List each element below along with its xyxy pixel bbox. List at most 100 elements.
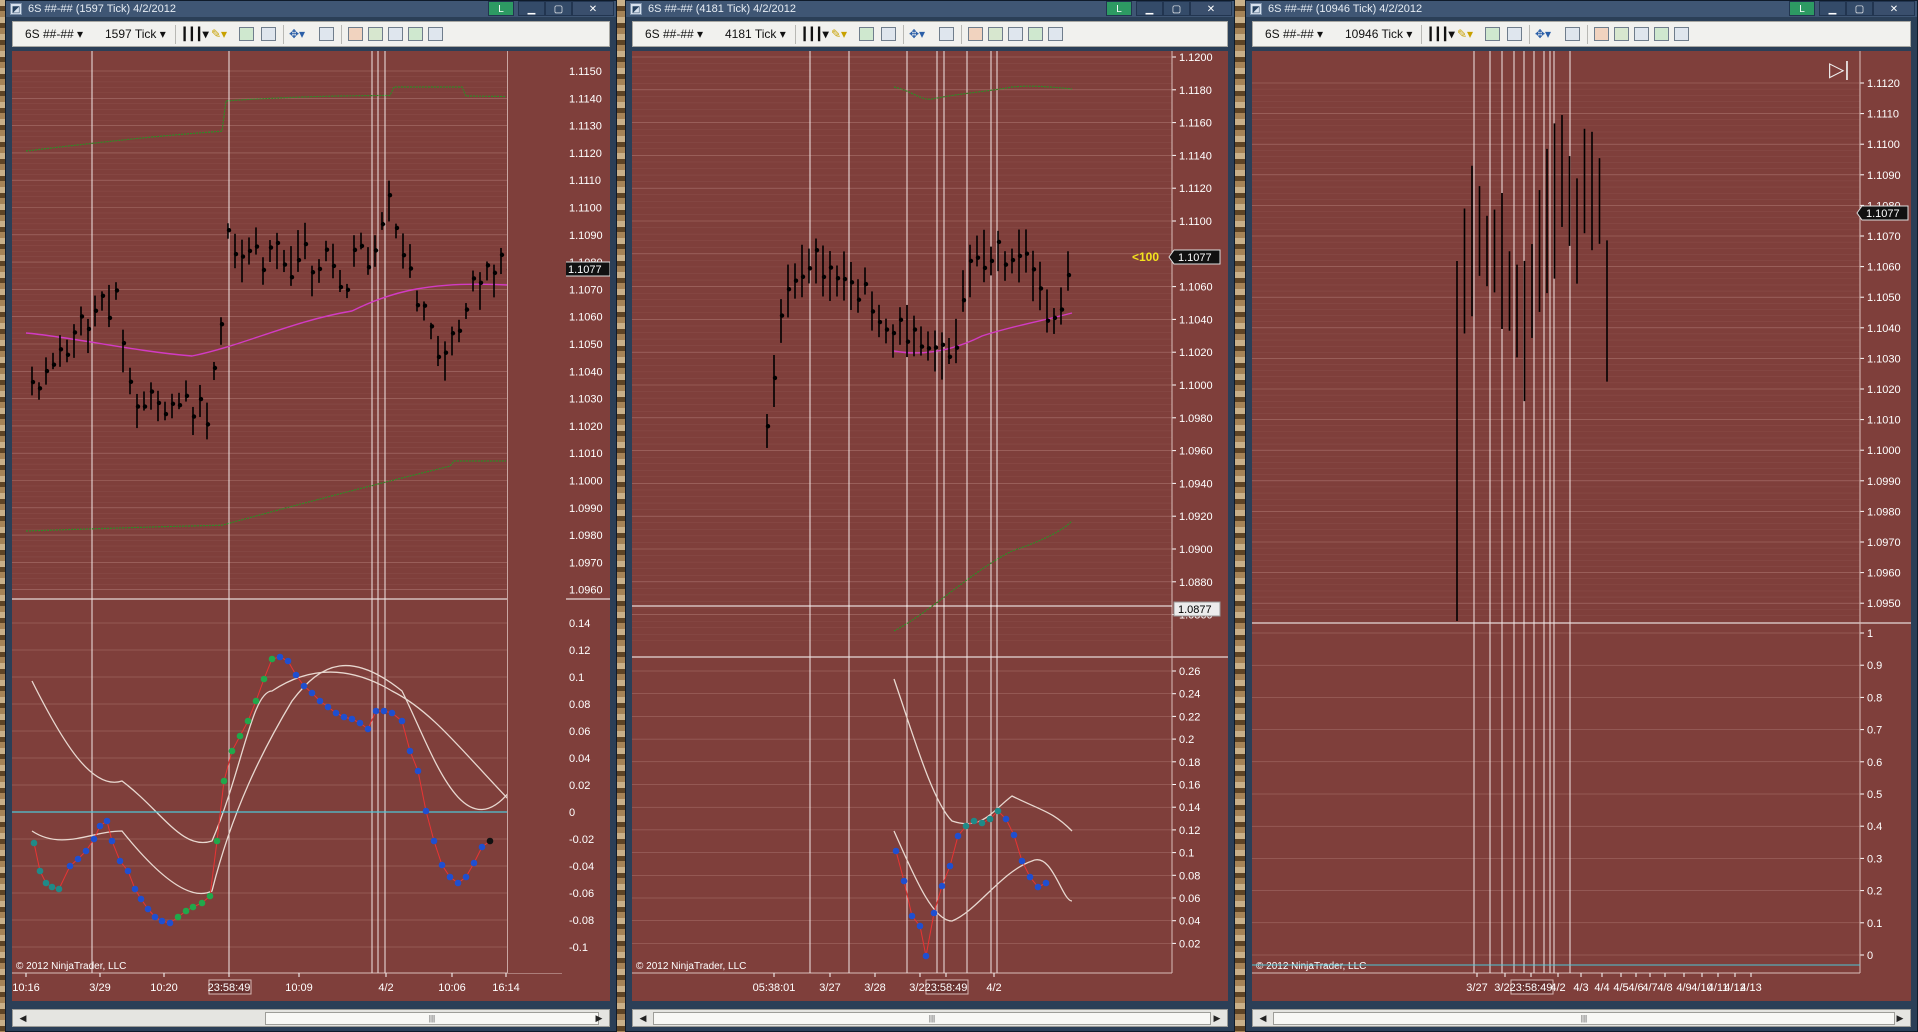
chart-panel[interactable]: 1.1150 1.1140 1.1130 1.1120 1.1110 1.1100 1.10…: [12, 51, 610, 1001]
close-tick: [289, 274, 295, 280]
osc-axis-label: 0.4: [1867, 821, 1882, 833]
osc-dot: [220, 777, 228, 785]
x-axis-label: 4/2: [1550, 982, 1565, 994]
add-indicator-icon[interactable]: [859, 27, 874, 41]
maximize-button[interactable]: ▢: [545, 1, 572, 16]
osc-dot: [1034, 883, 1042, 891]
chart-properties-icon[interactable]: [1008, 27, 1023, 41]
last-price-value: 1.1077: [1178, 252, 1212, 264]
strategy-icon[interactable]: [881, 27, 896, 41]
scroll-thumb[interactable]: |||: [1273, 1012, 1895, 1025]
strategy-analyzer-icon[interactable]: [408, 27, 423, 41]
osc-dot: [356, 719, 364, 727]
bar-counter-label: <100: [1132, 250, 1159, 264]
scroll-left-arrow[interactable]: ◀: [1255, 1010, 1271, 1026]
data-box-icon[interactable]: [368, 27, 383, 41]
maximize-button[interactable]: ▢: [1846, 1, 1873, 16]
instrument-selector[interactable]: 6S ##-## ▾: [1265, 26, 1323, 42]
link-button[interactable]: L: [488, 1, 514, 16]
osc-dot: [308, 689, 316, 697]
close-tick: [128, 379, 134, 385]
data-box-icon[interactable]: [1614, 27, 1629, 41]
close-button[interactable]: ✕: [1190, 1, 1232, 16]
strategy-analyzer-icon[interactable]: [1028, 27, 1043, 41]
window-list-icon[interactable]: [428, 27, 443, 41]
instrument-selector[interactable]: 6S ##-## ▾: [645, 26, 703, 42]
osc-dot: [478, 843, 486, 851]
close-tick: [842, 276, 848, 282]
osc-dot: [96, 822, 104, 830]
osc-dot: [252, 697, 260, 705]
close-tick: [828, 265, 834, 270]
chart-properties-icon[interactable]: [1634, 27, 1649, 41]
minimize-button[interactable]: ▁: [1819, 1, 1846, 16]
close-tick: [1066, 272, 1072, 278]
price-axis-label: 1.1100: [1867, 139, 1900, 151]
scroll-left-arrow[interactable]: ◀: [635, 1010, 651, 1026]
chart-trader-icon[interactable]: [968, 27, 983, 41]
maximize-button[interactable]: ▢: [1163, 1, 1190, 16]
scroll-right-arrow[interactable]: ▶: [1892, 1010, 1908, 1026]
interval-selector[interactable]: 1597 Tick ▾: [105, 26, 166, 42]
zoom-icon[interactable]: [939, 27, 954, 41]
chart-window-10946-tick[interactable]: ◩ 6S ##-## (10946 Tick) 4/2/2012 L ▁ ▢ ✕…: [1245, 0, 1918, 1032]
x-axis-label: 3/29: [89, 982, 110, 994]
interval-selector[interactable]: 10946 Tick ▾: [1345, 26, 1412, 42]
chart-properties-icon[interactable]: [388, 27, 403, 41]
scroll-right-arrow[interactable]: ▶: [1209, 1010, 1225, 1026]
data-box-icon[interactable]: [988, 27, 1003, 41]
price-axis-label: 1.1070: [569, 284, 603, 296]
horizontal-scrollbar[interactable]: ◀ ||| ▶: [632, 1009, 1228, 1027]
instrument-selector[interactable]: 6S ##-## ▾: [25, 26, 83, 42]
drawing-pencil-icon[interactable]: ✎▾: [1457, 26, 1473, 42]
scroll-thumb[interactable]: |||: [653, 1012, 1211, 1025]
title-bar[interactable]: ◩ 6S ##-## (10946 Tick) 4/2/2012 L ▁ ▢ ✕: [1246, 1, 1917, 17]
strategy-analyzer-icon[interactable]: [1654, 27, 1669, 41]
window-list-icon[interactable]: [1674, 27, 1689, 41]
skip-to-end-icon[interactable]: ▷|: [1829, 57, 1850, 82]
crosshair-icon[interactable]: ✥▾: [909, 26, 925, 42]
chart-panel[interactable]: 1.11201.11101.11001.10901.10801.10701.10…: [1252, 51, 1911, 1001]
horizontal-scrollbar[interactable]: ◀ ||| ▶: [12, 1009, 610, 1027]
title-bar[interactable]: ◩ 6S ##-## (1597 Tick) 4/2/2012 L ▁ ▢ ✕: [6, 1, 616, 17]
osc-upper-band: [31, 671, 511, 844]
chart-trader-icon[interactable]: [1594, 27, 1609, 41]
close-tick: [170, 401, 176, 406]
osc-axis-label: 0.2: [1179, 734, 1194, 746]
add-indicator-icon[interactable]: [1485, 27, 1500, 41]
scroll-right-arrow[interactable]: ▶: [591, 1010, 607, 1026]
chart-window-4181-tick[interactable]: ◩ 6S ##-## (4181 Tick) 4/2/2012 L ▁ ▢ ✕ …: [625, 0, 1235, 1032]
link-button[interactable]: L: [1106, 1, 1132, 16]
interval-selector[interactable]: 4181 Tick ▾: [725, 26, 786, 42]
close-button[interactable]: ✕: [572, 1, 614, 16]
bar-type-icon[interactable]: ┃┃┃▾: [1427, 26, 1455, 42]
zoom-icon[interactable]: [1565, 27, 1580, 41]
drawing-pencil-icon[interactable]: ✎▾: [831, 26, 847, 42]
zoom-icon[interactable]: [319, 27, 334, 41]
minimize-button[interactable]: ▁: [518, 1, 545, 16]
osc-dot: [970, 817, 978, 825]
bar-type-icon[interactable]: ┃┃┃▾: [181, 26, 209, 42]
strategy-icon[interactable]: [261, 27, 276, 41]
add-indicator-icon[interactable]: [239, 27, 254, 41]
link-button[interactable]: L: [1789, 1, 1815, 16]
scroll-left-arrow[interactable]: ◀: [15, 1010, 31, 1026]
osc-dot: [151, 913, 159, 921]
bar-type-icon[interactable]: ┃┃┃▾: [801, 26, 829, 42]
minimize-button[interactable]: ▁: [1136, 1, 1163, 16]
strategy-icon[interactable]: [1507, 27, 1522, 41]
title-bar[interactable]: ◩ 6S ##-## (4181 Tick) 4/2/2012 L ▁ ▢ ✕: [626, 1, 1234, 17]
close-button[interactable]: ✕: [1873, 1, 1915, 16]
drawing-pencil-icon[interactable]: ✎▾: [211, 26, 227, 42]
horizontal-scrollbar[interactable]: ◀ ||| ▶: [1252, 1009, 1911, 1027]
osc-dot: [486, 837, 494, 845]
price-axis-label: 1.1020: [1867, 384, 1901, 396]
scroll-thumb[interactable]: |||: [265, 1012, 599, 1025]
chart-panel[interactable]: 1.1200 1.1180 1.1160 1.1140 1.1120 1.1100 1.10…: [632, 51, 1228, 1001]
chart-window-1597-tick[interactable]: ◩ 6S ##-## (1597 Tick) 4/2/2012 L ▁ ▢ ✕ …: [5, 0, 617, 1032]
close-tick: [310, 270, 316, 275]
chart-trader-icon[interactable]: [348, 27, 363, 41]
crosshair-icon[interactable]: ✥▾: [289, 26, 305, 42]
window-list-icon[interactable]: [1048, 27, 1063, 41]
crosshair-icon[interactable]: ✥▾: [1535, 26, 1551, 42]
